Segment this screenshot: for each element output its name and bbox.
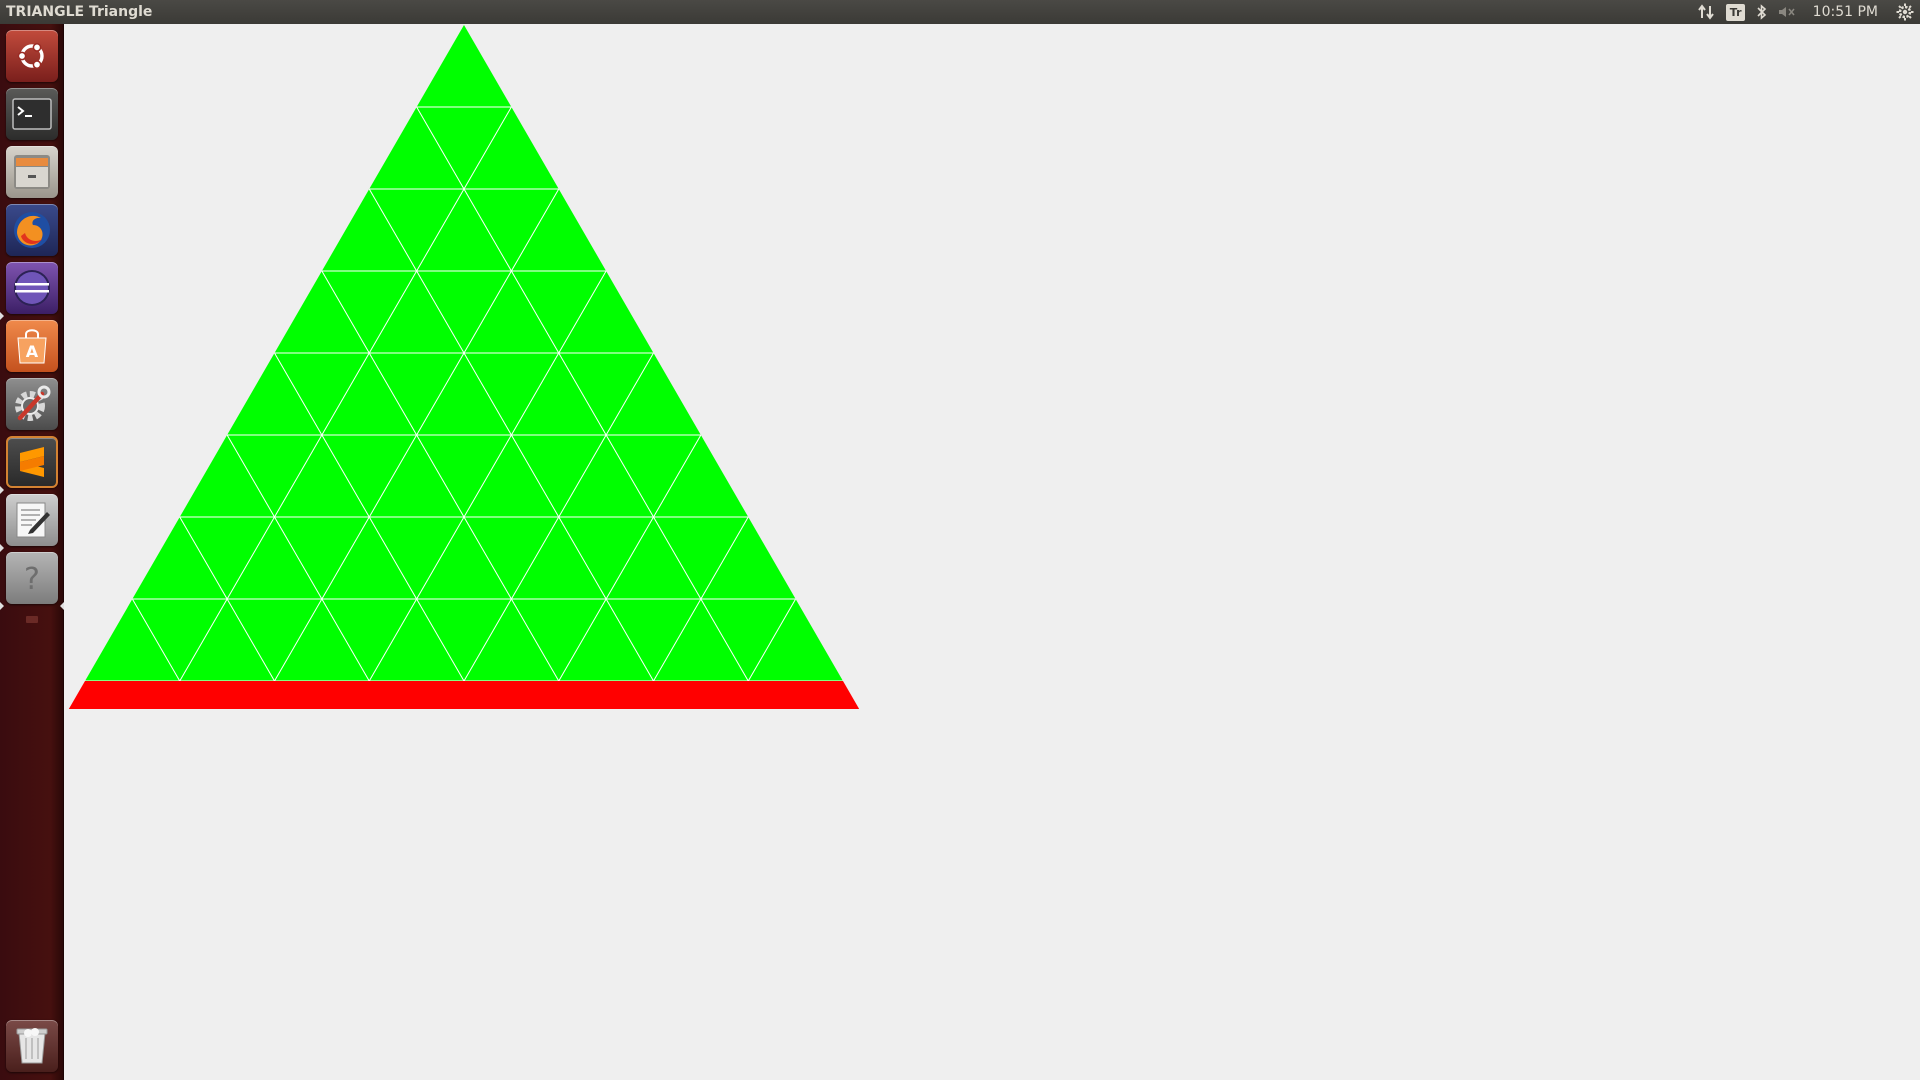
indicator-area: Tr 10:51 PM [1691, 0, 1920, 24]
active-app-indicator [0, 602, 4, 610]
question-mark-icon: ? [24, 562, 40, 597]
sublime-text-launcher[interactable] [6, 436, 58, 488]
file-cabinet-icon [14, 155, 50, 189]
firefox-icon [14, 212, 50, 248]
settings-gear-wrench-icon [15, 385, 51, 421]
keyboard-layout-label: Tr [1726, 3, 1746, 21]
sound-muted-icon[interactable] [1773, 0, 1803, 24]
firefox-launcher[interactable] [6, 204, 58, 256]
text-editor-icon [16, 502, 50, 538]
sublime-running-indicator [0, 486, 4, 494]
drawing-canvas [64, 24, 1920, 1080]
minimized-window-marker [26, 616, 38, 623]
network-icon[interactable] [1691, 0, 1721, 24]
trash-icon [16, 1028, 48, 1064]
files-launcher[interactable] [6, 146, 58, 198]
red-base-bar [68, 681, 860, 709]
eclipse-launcher[interactable] [6, 262, 58, 314]
launcher: A ? [0, 24, 64, 1080]
shopping-bag-icon: A [17, 329, 47, 364]
eclipse-running-indicator [0, 312, 4, 320]
system-settings-launcher[interactable] [6, 378, 58, 430]
terminal-icon [12, 98, 52, 130]
terminal-launcher[interactable] [6, 88, 58, 140]
triangle-drawing [68, 25, 860, 709]
top-panel: TRIANGLE Triangle Tr 10:51 PM [0, 0, 1920, 24]
clock[interactable]: 10:51 PM [1803, 0, 1890, 24]
ubuntu-dash-button[interactable] [6, 30, 58, 82]
software-center-launcher[interactable]: A [6, 320, 58, 372]
unknown-app-launcher[interactable]: ? [6, 552, 58, 604]
eclipse-icon [14, 270, 50, 306]
text-editor-running-indicator [0, 544, 4, 552]
window-title: TRIANGLE Triangle [6, 4, 153, 20]
ubuntu-logo-icon [17, 43, 44, 69]
svg-text:?: ? [24, 562, 40, 597]
keyboard-layout-indicator[interactable]: Tr [1721, 0, 1751, 24]
session-gear-icon[interactable] [1890, 0, 1920, 24]
sublime-text-icon [20, 447, 44, 477]
bluetooth-icon[interactable] [1751, 0, 1773, 24]
trash-launcher[interactable] [6, 1020, 58, 1072]
svg-text:A: A [26, 342, 39, 361]
text-editor-launcher[interactable] [6, 494, 58, 546]
